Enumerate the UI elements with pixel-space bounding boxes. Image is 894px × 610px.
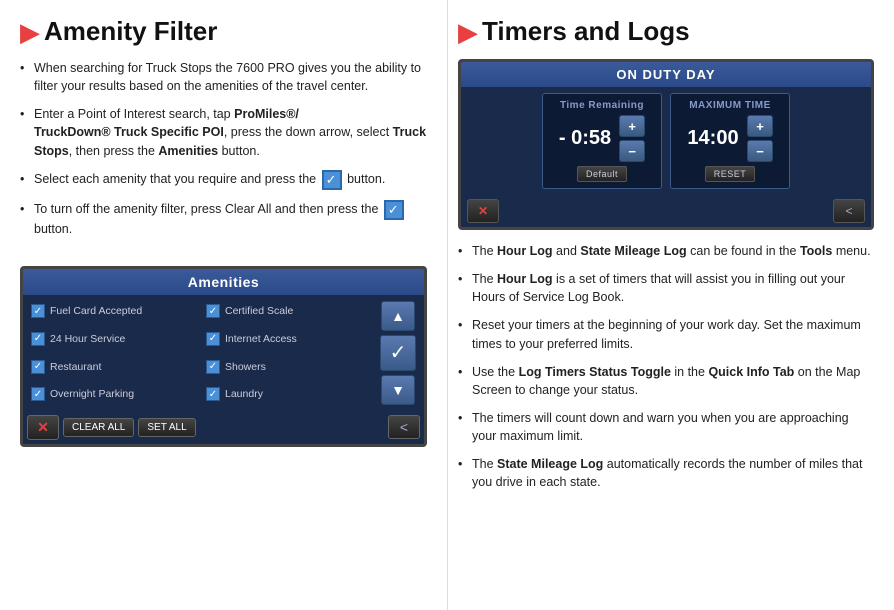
amenity-check-showers: ✓ [206, 360, 220, 374]
amenities-scroll: ▲ ✓ ▼ [376, 299, 420, 407]
duty-footer: ✕ < [461, 195, 871, 227]
timers-bullet-list: The Hour Log and State Mileage Log can b… [458, 242, 874, 501]
amenity-internet[interactable]: ✓ Internet Access [204, 327, 376, 352]
rbullet-2-text: The Hour Log is a set of timers that wil… [472, 272, 845, 304]
time-remaining-label: Time Remaining [560, 100, 644, 111]
time-remaining-row: - 0:58 + − [559, 115, 645, 162]
timers-logs-title: ▶ Timers and Logs [458, 16, 874, 47]
max-time-panel: MAXIMUM TIME 14:00 + − RESET [670, 93, 790, 189]
time-remaining-controls: + − [619, 115, 645, 162]
bullet-3-text: Select each amenity that you require and… [34, 172, 385, 186]
rbullet-1-text: The Hour Log and State Mileage Log can b… [472, 244, 871, 258]
amenities-body: ✓ Fuel Card Accepted ✓ Certified Scale ✓… [23, 295, 424, 411]
amenity-label-showers: Showers [225, 361, 266, 373]
max-time-decrement[interactable]: − [747, 140, 773, 162]
bullet-2: Enter a Point of Interest search, tap Pr… [20, 105, 427, 159]
amenity-restaurant[interactable]: ✓ Restaurant [29, 354, 201, 379]
duty-close-button[interactable]: ✕ [467, 199, 499, 223]
max-time-increment[interactable]: + [747, 115, 773, 137]
scroll-up-button[interactable]: ▲ [381, 301, 415, 331]
amenity-label-overnight: Overnight Parking [50, 388, 134, 400]
rbullet-1: The Hour Log and State Mileage Log can b… [458, 242, 874, 260]
amenity-check-restaurant: ✓ [31, 360, 45, 374]
duty-screen: ON DUTY DAY Time Remaining - 0:58 + − De… [458, 59, 874, 230]
amenities-footer: ✕ CLEAR ALL SET ALL < [23, 411, 424, 444]
amenity-label-restaurant: Restaurant [50, 361, 101, 373]
rbullet-6-text: The State Mileage Log automatically reco… [472, 457, 862, 489]
bullet-1: When searching for Truck Stops the 7600 … [20, 59, 427, 95]
amenity-label-internet: Internet Access [225, 333, 297, 345]
amenity-filter-heading: Amenity Filter [44, 16, 217, 47]
rbullet-2: The Hour Log is a set of timers that wil… [458, 270, 874, 306]
bullet-4-text: To turn off the amenity filter, press Cl… [34, 202, 406, 236]
right-panel: ▶ Timers and Logs ON DUTY DAY Time Remai… [447, 0, 894, 610]
duty-header: ON DUTY DAY [461, 62, 871, 87]
rbullet-5: The timers will count down and warn you … [458, 409, 874, 445]
max-time-controls: + − [747, 115, 773, 162]
set-all-button[interactable]: SET ALL [138, 418, 195, 437]
bullet-2-text: Enter a Point of Interest search, tap Pr… [34, 107, 426, 157]
bullet-4: To turn off the amenity filter, press Cl… [20, 200, 427, 238]
left-panel: ▶ Amenity Filter When searching for Truc… [0, 0, 447, 610]
amenities-grid: ✓ Fuel Card Accepted ✓ Certified Scale ✓… [29, 299, 376, 407]
time-remaining-value: - 0:58 [559, 127, 611, 150]
amenity-label-24hr: 24 Hour Service [50, 333, 125, 345]
rbullet-4-text: Use the Log Timers Status Toggle in the … [472, 365, 860, 397]
confirm-button[interactable]: ✓ [380, 335, 416, 371]
play-icon-right: ▶ [458, 19, 478, 45]
check-icon-1 [322, 170, 342, 190]
bullet-3: Select each amenity that you require and… [20, 170, 427, 190]
amenity-check-scale: ✓ [206, 304, 220, 318]
rbullet-3: Reset your timers at the beginning of yo… [458, 316, 874, 352]
rbullet-5-text: The timers will count down and warn you … [472, 411, 849, 443]
amenity-label-scale: Certified Scale [225, 305, 293, 317]
check-icon-2 [384, 200, 404, 220]
amenities-close-button[interactable]: ✕ [27, 415, 59, 440]
rbullet-6: The State Mileage Log automatically reco… [458, 455, 874, 491]
amenities-header: Amenities [23, 269, 424, 295]
amenity-check-overnight: ✓ [31, 387, 45, 401]
amenity-showers[interactable]: ✓ Showers [204, 354, 376, 379]
max-time-row: 14:00 + − [687, 115, 773, 162]
amenity-overnight[interactable]: ✓ Overnight Parking [29, 382, 201, 407]
rbullet-4: Use the Log Timers Status Toggle in the … [458, 363, 874, 399]
duty-body: Time Remaining - 0:58 + − Default MAXIMU… [461, 87, 871, 195]
max-time-label: MAXIMUM TIME [689, 100, 771, 111]
amenity-filter-title: ▶ Amenity Filter [20, 16, 427, 47]
play-icon: ▶ [20, 19, 40, 45]
amenity-certified-scale[interactable]: ✓ Certified Scale [204, 299, 376, 324]
time-remaining-panel: Time Remaining - 0:58 + − Default [542, 93, 662, 189]
clear-all-button[interactable]: CLEAR ALL [63, 418, 134, 437]
default-button[interactable]: Default [577, 166, 627, 182]
timers-logs-heading: Timers and Logs [482, 16, 690, 47]
bullet-1-text: When searching for Truck Stops the 7600 … [34, 61, 421, 93]
amenity-label-laundry: Laundry [225, 388, 263, 400]
amenity-bullet-list: When searching for Truck Stops the 7600 … [20, 59, 427, 248]
amenity-check-internet: ✓ [206, 332, 220, 346]
max-time-value: 14:00 [687, 127, 739, 150]
rbullet-3-text: Reset your timers at the beginning of yo… [472, 318, 861, 350]
time-remaining-increment[interactable]: + [619, 115, 645, 137]
amenity-laundry[interactable]: ✓ Laundry [204, 382, 376, 407]
amenity-label-fuel: Fuel Card Accepted [50, 305, 142, 317]
amenities-screen: Amenities ✓ Fuel Card Accepted ✓ Certifi… [20, 266, 427, 447]
amenity-check-fuel: ✓ [31, 304, 45, 318]
reset-button[interactable]: RESET [705, 166, 756, 182]
amenities-back-button[interactable]: < [388, 415, 420, 439]
amenity-check-24hr: ✓ [31, 332, 45, 346]
scroll-down-button[interactable]: ▼ [381, 375, 415, 405]
amenity-check-laundry: ✓ [206, 387, 220, 401]
amenity-fuel-card[interactable]: ✓ Fuel Card Accepted [29, 299, 201, 324]
time-remaining-decrement[interactable]: − [619, 140, 645, 162]
amenity-24hour[interactable]: ✓ 24 Hour Service [29, 327, 201, 352]
duty-back-button[interactable]: < [833, 199, 865, 223]
